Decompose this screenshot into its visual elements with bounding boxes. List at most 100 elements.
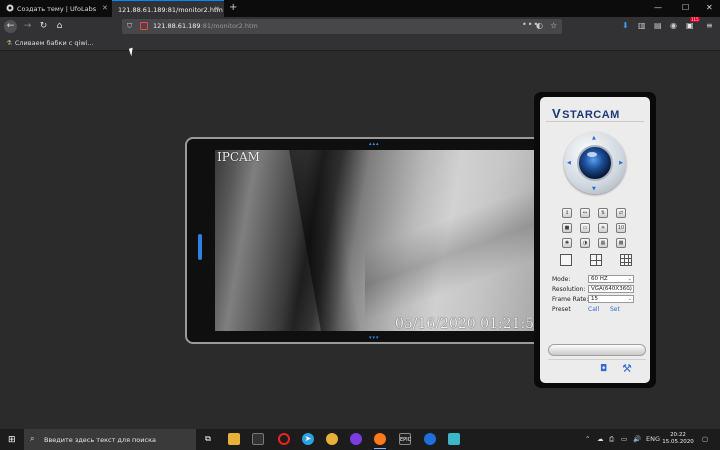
epic-games-icon[interactable]: EPIC (399, 433, 411, 445)
task-view-icon[interactable]: ⧉ (202, 433, 214, 445)
ptz-joystick[interactable]: ▲ ▼ ◀ ▶ (564, 132, 626, 194)
divider (546, 121, 644, 122)
chevron-down-icon: ⌄ (627, 286, 632, 292)
flask-icon: ⚗ (6, 39, 12, 47)
windows-taskbar: ⊞ ⌕ Введите здесь текст для поиска ⧉ ➤ E… (0, 429, 720, 450)
tab-close-icon[interactable]: ✕ (214, 5, 220, 13)
bookmarks-toolbar: ⚗ Сливаем бабки с qiwi... (0, 36, 720, 51)
bookmark-star-icon[interactable]: ☆ (550, 21, 557, 30)
stop-patrol-icon[interactable]: ■ (562, 223, 572, 233)
tab-label: Создать тему | UfoLabs - Лабо (17, 5, 97, 13)
tilt-up-handle-icon[interactable]: ▴▴▴ (369, 141, 380, 147)
nine-view-icon[interactable] (620, 254, 632, 266)
battery-icon[interactable]: ▭ (621, 435, 627, 443)
back-button[interactable]: ← (4, 20, 17, 33)
snapshot-icon[interactable]: ◘ (600, 364, 607, 374)
sidebar-icon[interactable]: ▤ (654, 21, 662, 30)
ir-off-icon[interactable]: 10 (616, 223, 626, 233)
tor-browser-icon[interactable] (350, 433, 362, 445)
resolution-label: Resolution: (552, 286, 586, 293)
notifications-icon[interactable]: ▢ (702, 435, 708, 443)
tracking-shield-icon[interactable]: ⛉ (127, 22, 132, 31)
downloads-icon[interactable]: ⬇ (622, 21, 629, 30)
new-tab-button[interactable]: + (229, 2, 237, 13)
insecure-connection-icon[interactable] (140, 22, 148, 30)
maximize-button[interactable]: ☐ (682, 3, 689, 12)
printer-icon[interactable]: ⎙ (609, 435, 614, 444)
preset-call-link[interactable]: Call (588, 306, 599, 313)
hamburger-menu-icon[interactable]: ≡ (706, 21, 713, 30)
bookmark-item[interactable]: ⚗ Сливаем бабки с qiwi... (6, 39, 94, 47)
zoom-icon[interactable]: ▭ (580, 223, 590, 233)
resolution-select[interactable]: VGA(640X360) ⌄ (588, 285, 634, 293)
single-view-icon[interactable] (560, 254, 572, 266)
taskbar-search[interactable]: ⌕ Введите здесь текст для поиска (24, 429, 196, 450)
ptz-down-icon[interactable]: ▼ (592, 186, 596, 192)
windows-start-icon[interactable]: ⊞ (8, 435, 16, 445)
tray-expand-icon[interactable]: ⌃ (585, 435, 590, 443)
quad-view-icon[interactable] (590, 254, 602, 266)
brightness-icon[interactable]: ✺ (562, 238, 572, 248)
control-icons-row-3: ✺ ◑ ▦ ▩ (562, 238, 632, 250)
ptz-up-icon[interactable]: ▲ (592, 135, 596, 141)
chevron-down-icon: ⌄ (627, 296, 632, 302)
pan-left-handle[interactable] (198, 234, 202, 260)
mode-select[interactable]: 60 HZ ⌄ (588, 275, 634, 283)
system-clock[interactable]: 20:22 15.05.2020 (660, 432, 696, 446)
mirror-icon[interactable]: ⇄ (616, 208, 626, 218)
framerate-label: Frame Rate: (552, 296, 589, 303)
feed-shadow (289, 150, 361, 331)
clock-date: 15.05.2020 (662, 439, 694, 445)
chrome-icon[interactable] (326, 433, 338, 445)
panel-body: VSTARCAM ▲ ▼ ◀ ▶ ↕ ↔ ⇅ ⇄ ■ ▭ ☀ 10 ✺ ◑ ▦ … (540, 97, 650, 383)
tilt-down-handle-icon[interactable]: ▾▾▾ (369, 335, 380, 341)
language-indicator[interactable]: ENG (646, 435, 660, 443)
firefox-icon[interactable] (374, 433, 386, 449)
horizontal-patrol-icon[interactable]: ↔ (580, 208, 590, 218)
framerate-select[interactable]: 15 ⌄ (588, 295, 634, 303)
volume-slider[interactable] (548, 344, 646, 356)
close-window-button[interactable]: ✕ (706, 3, 713, 12)
reload-button[interactable]: ↻ (37, 20, 50, 33)
address-bar[interactable]: ⛉ 121.88.61.189:81/monitor2.htm ••• ◐ ☆ (122, 19, 562, 34)
video-viewer-frame: ▴▴▴ IPCAM 05/16/2020 01:21:58 ▾▾▾ (185, 137, 545, 344)
ptz-center-button[interactable] (577, 145, 613, 181)
flip-icon[interactable]: ⇅ (598, 208, 608, 218)
ptz-right-icon[interactable]: ▶ (619, 160, 623, 166)
starcam-logo: VSTARCAM (552, 106, 620, 121)
url-text[interactable]: 121.88.61.189:81/monitor2.htm (153, 22, 258, 30)
notepad-icon[interactable] (448, 433, 460, 445)
account-icon[interactable]: ◉ (670, 21, 677, 30)
tab-close-icon[interactable]: ✕ (102, 4, 108, 12)
terminal-icon[interactable] (252, 433, 264, 445)
addon-icon[interactable]: ▣ (686, 21, 694, 30)
vertical-patrol-icon[interactable]: ↕ (562, 208, 572, 218)
edge-icon[interactable] (424, 433, 436, 445)
volume-icon[interactable]: 🔊 (633, 435, 641, 443)
settings-tools-icon[interactable]: ⚒ (622, 362, 632, 375)
cloud-icon[interactable]: ☁ (597, 435, 604, 443)
tab-ufolabs[interactable]: Создать тему | UfoLabs - Лабо ✕ (0, 0, 112, 17)
file-explorer-icon[interactable] (228, 433, 240, 445)
preset-label: Preset (552, 306, 571, 313)
camera-control-panel: VSTARCAM ▲ ▼ ◀ ▶ ↕ ↔ ⇅ ⇄ ■ ▭ ☀ 10 ✺ ◑ ▦ … (534, 92, 656, 388)
contrast-icon[interactable]: ◑ (580, 238, 590, 248)
minimize-button[interactable]: — (654, 3, 662, 12)
mode-label: Mode: (552, 276, 571, 283)
preset-set-link[interactable]: Set (610, 306, 620, 313)
addon-badge: 115 (690, 17, 700, 22)
saturation-icon[interactable]: ▦ (598, 238, 608, 248)
navigation-toolbar: ← → ↻ ⌂ ⛉ 121.88.61.189:81/monitor2.htm … (0, 17, 720, 36)
opera-icon[interactable] (278, 433, 290, 445)
ptz-left-icon[interactable]: ◀ (567, 160, 571, 166)
telegram-icon[interactable]: ➤ (302, 433, 314, 445)
ir-on-icon[interactable]: ☀ (598, 223, 608, 233)
tab-monitor[interactable]: 121.88.61.189:81/monitor2.htm ✕ (112, 0, 224, 17)
library-icon[interactable]: ▥ (638, 21, 646, 30)
forward-button[interactable]: → (21, 20, 34, 33)
home-button[interactable]: ⌂ (53, 20, 66, 33)
default-settings-icon[interactable]: ▩ (616, 238, 626, 248)
camera-video-feed[interactable]: IPCAM 05/16/2020 01:21:58 (215, 150, 537, 331)
pocket-icon[interactable]: ◐ (536, 21, 543, 30)
control-icons-row-2: ■ ▭ ☀ 10 (562, 223, 632, 235)
